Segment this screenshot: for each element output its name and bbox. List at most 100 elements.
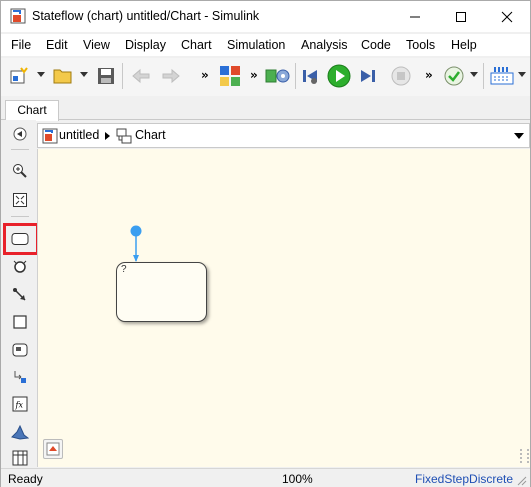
close-button[interactable]: [484, 1, 530, 32]
state-label[interactable]: ?: [121, 264, 127, 275]
tab-chart[interactable]: Chart: [5, 100, 59, 121]
save-icon: [98, 68, 114, 84]
folder-icon: [53, 69, 72, 84]
step-forward-button[interactable]: [357, 63, 379, 89]
new-model-dropdown[interactable]: [37, 72, 45, 77]
truth-table-button[interactable]: [9, 450, 31, 466]
save-button[interactable]: [95, 63, 117, 89]
signal-table-dropdown[interactable]: [518, 72, 526, 77]
back-button[interactable]: [129, 63, 153, 89]
matlab-logo-button[interactable]: [9, 422, 31, 444]
new-model-button[interactable]: [7, 63, 31, 89]
simulink-function-icon: [12, 343, 28, 357]
toolbar-overflow-2[interactable]: »: [250, 68, 258, 82]
box-icon: [13, 315, 27, 329]
check-button[interactable]: [442, 63, 466, 89]
resize-corner-icon[interactable]: [515, 474, 527, 486]
palette-separator: [11, 216, 29, 217]
svg-text:fx: fx: [15, 401, 24, 410]
model-config-icon: [265, 69, 290, 83]
back-arrow-icon: [132, 68, 150, 84]
window-title: Stateflow (chart) untitled/Chart - Simul…: [32, 9, 260, 23]
state-tool-highlight: [3, 223, 39, 255]
menu-file[interactable]: File: [11, 38, 31, 52]
chart-canvas[interactable]: ?: [37, 149, 530, 467]
back-circle-icon: [13, 127, 27, 141]
menu-analysis[interactable]: Analysis: [301, 38, 348, 52]
toolbar: » » »: [1, 58, 530, 96]
toolbar-separator: [483, 63, 484, 89]
zoom-in-button[interactable]: [9, 160, 31, 182]
default-transition[interactable]: [126, 221, 146, 265]
box-tool-button[interactable]: [9, 311, 31, 333]
model-icon: [42, 128, 58, 147]
status-bar: Ready 100% FixedStepDiscrete: [1, 468, 530, 487]
menu-help[interactable]: Help: [451, 38, 477, 52]
history-junction-button[interactable]: [9, 256, 31, 278]
fit-to-view-button[interactable]: [9, 189, 31, 211]
stateflow-app-icon: [10, 8, 28, 26]
transition-arrow-icon: [13, 288, 26, 301]
matlab-icon: [11, 425, 29, 440]
toolbar-separator: [122, 63, 123, 89]
graphical-function-icon: [14, 371, 26, 383]
object-palette: fx: [1, 120, 36, 467]
fit-to-view-icon: [13, 193, 27, 207]
run-button[interactable]: [326, 63, 352, 89]
library-browser-icon: [220, 66, 240, 86]
menu-edit[interactable]: Edit: [46, 38, 68, 52]
toolbar-overflow-3[interactable]: »: [425, 68, 433, 82]
breadcrumb-arrow-icon: [105, 132, 110, 140]
model-configuration-button[interactable]: [264, 63, 292, 89]
hide-explorer-button[interactable]: [9, 123, 31, 145]
step-back-icon: [303, 70, 317, 84]
tab-strip: Chart: [1, 96, 530, 121]
check-dropdown[interactable]: [470, 72, 478, 77]
breadcrumb-dropdown-icon[interactable]: [514, 133, 524, 139]
step-back-button[interactable]: [299, 63, 321, 89]
breadcrumb: untitled Chart: [37, 123, 530, 148]
model-browser-button[interactable]: [43, 439, 63, 459]
title-bar: Stateflow (chart) untitled/Chart - Simul…: [1, 1, 530, 32]
zoom-level: 100%: [282, 472, 313, 486]
model-browser-icon: [46, 442, 60, 456]
simulink-function-button[interactable]: [9, 339, 31, 361]
chart-state[interactable]: ?: [116, 262, 207, 322]
zoom-in-icon: [13, 164, 27, 178]
open-dropdown[interactable]: [80, 72, 88, 77]
menu-bar: File Edit View Display Chart Simulation …: [1, 34, 530, 56]
graphical-function-button[interactable]: [9, 366, 31, 388]
menu-code[interactable]: Code: [361, 38, 391, 52]
table-icon: [12, 450, 28, 466]
checkmark-icon: [444, 66, 464, 86]
default-transition-button[interactable]: [9, 284, 31, 306]
matlab-function-button[interactable]: fx: [9, 393, 31, 415]
resize-grip[interactable]: [520, 449, 529, 463]
menu-view[interactable]: View: [83, 38, 110, 52]
solver-link[interactable]: FixedStepDiscrete: [415, 472, 513, 486]
menu-chart[interactable]: Chart: [181, 38, 212, 52]
status-ready: Ready: [8, 472, 43, 486]
new-model-icon: [10, 67, 28, 84]
toolbar-separator: [295, 63, 296, 89]
forward-button[interactable]: [159, 63, 183, 89]
menu-simulation[interactable]: Simulation: [227, 38, 285, 52]
stop-icon: [391, 66, 411, 86]
forward-arrow-icon: [162, 68, 180, 84]
signal-table-button[interactable]: [489, 63, 515, 89]
stop-button[interactable]: [389, 63, 413, 89]
minimize-button[interactable]: [392, 1, 438, 32]
maximize-button[interactable]: [438, 1, 484, 32]
palette-separator: [11, 149, 29, 150]
chart-icon: [116, 128, 132, 147]
breadcrumb-model[interactable]: untitled: [59, 128, 99, 142]
simulink-window: Stateflow (chart) untitled/Chart - Simul…: [0, 0, 531, 487]
library-browser-button[interactable]: [217, 63, 243, 89]
open-button[interactable]: [51, 63, 75, 89]
menu-display[interactable]: Display: [125, 38, 166, 52]
menu-tools[interactable]: Tools: [406, 38, 435, 52]
toolbar-overflow-1[interactable]: »: [201, 68, 209, 82]
breadcrumb-chart[interactable]: Chart: [135, 128, 166, 142]
play-icon: [327, 64, 351, 88]
junction-icon: [13, 260, 27, 273]
